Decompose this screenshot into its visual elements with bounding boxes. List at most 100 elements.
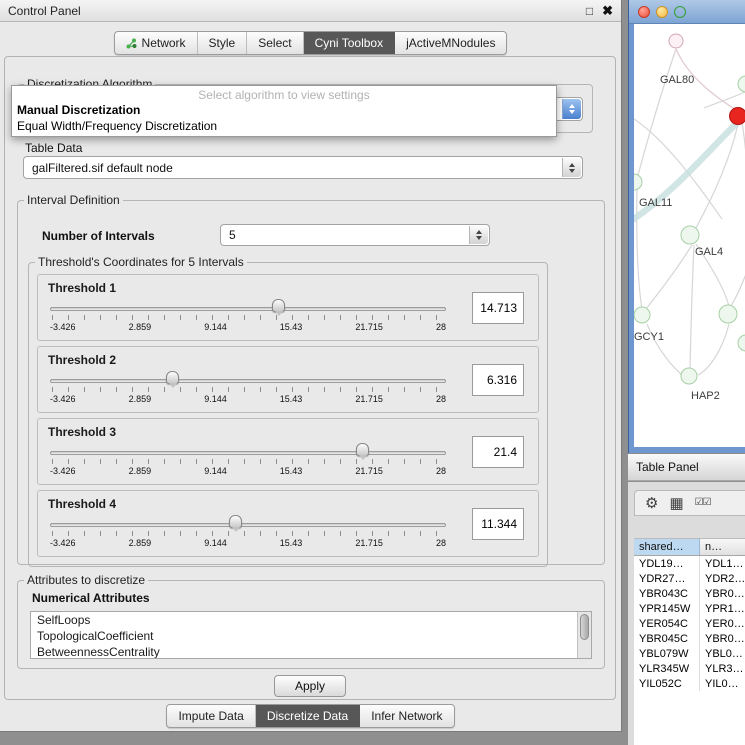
slider-track[interactable] [50,307,446,311]
network-node[interactable] [681,226,699,244]
apply-button[interactable]: Apply [274,675,346,697]
combo-stepper-icon[interactable] [562,99,581,119]
table-row[interactable]: YBR043CYBR0… [634,586,745,601]
list-item[interactable]: SelfLoops [31,612,591,628]
table-data-combobox[interactable]: galFiltered.sif default node [23,156,583,179]
table-row[interactable]: YBR045CYBR0… [634,631,745,646]
slider-thumb[interactable] [272,299,285,312]
cell-name[interactable]: YBR0… [700,631,745,646]
network-node[interactable] [634,307,650,323]
network-canvas[interactable]: GAL80 GAL11 GAL4 GCY1 HAP2 [634,24,745,447]
tab-select[interactable]: Select [247,32,303,54]
column-header-shared-name[interactable]: shared… [634,539,700,555]
table-row[interactable]: YBL079WYBL0… [634,646,745,661]
threshold-value-field[interactable] [472,508,524,540]
table-row[interactable]: YIL052CYIL0… [634,676,745,691]
scale-label: -3.426 [50,466,76,476]
slider-scale: -3.426 2.859 9.144 15.43 21.715 28 [50,322,446,332]
zoom-traffic-light-icon[interactable] [674,6,686,18]
scale-label: 9.144 [204,394,227,404]
numerical-attributes-list[interactable]: SelfLoops TopologicalCoefficient Between… [30,611,592,659]
tab-cyni-toolbox[interactable]: Cyni Toolbox [304,32,395,54]
network-node[interactable] [669,34,683,48]
table-row[interactable]: YDL19…YDL1… [634,556,745,571]
tab-impute-data[interactable]: Impute Data [167,705,255,727]
thresholds-group: Threshold's Coordinates for 5 Intervals … [28,255,548,567]
cell-name[interactable]: YDR2… [700,571,745,586]
scale-label: 28 [436,394,446,404]
scale-label: 15.43 [280,538,303,548]
bottom-tab-bar: Impute Data Discretize Data Infer Networ… [0,704,621,728]
cell-name[interactable]: YDL1… [700,556,745,571]
cell-name[interactable]: YIL0… [700,676,745,691]
tab-jactivemnodules[interactable]: jActiveMNodules [395,32,506,54]
table-row[interactable]: YDR27…YDR2… [634,571,745,586]
cell-name[interactable]: YBL0… [700,646,745,661]
scale-label: 21.715 [355,538,383,548]
network-node-selected[interactable] [730,108,745,125]
cell-shared-name[interactable]: YDR27… [634,571,700,586]
dropdown-option-manual-discretization[interactable]: Manual Discretization [12,102,556,118]
threshold-slider[interactable]: -3.426 2.859 9.144 15.43 21.715 28 [50,300,446,336]
node-label-gal4: GAL4 [695,246,723,258]
cell-shared-name[interactable]: YBL079W [634,646,700,661]
float-window-icon[interactable]: □ [586,5,593,17]
tab-network[interactable]: Network [115,32,198,54]
select-columns-icon[interactable]: ☑☑ [695,498,711,508]
threshold-value-field[interactable] [472,292,524,324]
number-of-intervals-combobox[interactable]: 5 [220,224,490,246]
tab-style[interactable]: Style [198,32,248,54]
numerical-attributes-label: Numerical Attributes [32,591,150,605]
gear-icon[interactable]: ⚙ [645,496,658,511]
list-item[interactable]: TopologicalCoefficient [31,628,591,644]
slider-thumb[interactable] [356,443,369,456]
cell-name[interactable]: YPR1… [700,601,745,616]
cell-name[interactable]: YBR0… [700,586,745,601]
columns-icon[interactable]: ▦ [669,496,683,511]
threshold-panel: Threshold 3 -3.426 2.859 9.144 15.43 21.… [37,418,539,485]
network-node[interactable] [738,335,745,351]
combo-stepper-icon[interactable] [469,226,488,244]
scrollbar-thumb[interactable] [580,614,589,640]
cell-name[interactable]: YLR3… [700,661,745,676]
threshold-slider[interactable]: -3.426 2.859 9.144 15.43 21.715 28 [50,516,446,552]
cell-name[interactable]: YER0… [700,616,745,631]
table-row[interactable]: YLR345WYLR3… [634,661,745,676]
close-traffic-light-icon[interactable] [638,6,650,18]
cell-shared-name[interactable]: YER054C [634,616,700,631]
slider-track[interactable] [50,379,446,383]
threshold-value-field[interactable] [472,364,524,396]
table-column-headers: shared… n… [634,538,745,556]
slider-track[interactable] [50,523,446,527]
slider-track[interactable] [50,451,446,455]
table-row[interactable]: YER054CYER0… [634,616,745,631]
network-node[interactable] [738,76,745,92]
thresholds-group-title: Threshold's Coordinates for 5 Intervals [35,255,247,269]
cell-shared-name[interactable]: YBR045C [634,631,700,646]
threshold-panel: Threshold 4 -3.426 2.859 9.144 15.43 21.… [37,490,539,557]
slider-thumb[interactable] [229,515,242,528]
threshold-value-field[interactable] [472,436,524,468]
table-panel-title: Table Panel [636,460,699,474]
threshold-slider[interactable]: -3.426 2.859 9.144 15.43 21.715 28 [50,444,446,480]
slider-thumb[interactable] [166,371,179,384]
cell-shared-name[interactable]: YBR043C [634,586,700,601]
network-node[interactable] [634,174,642,190]
list-scrollbar[interactable] [577,612,591,658]
tab-discretize-data[interactable]: Discretize Data [256,705,360,727]
minimize-traffic-light-icon[interactable] [656,6,668,18]
dropdown-option-equal-width[interactable]: Equal Width/Frequency Discretization [12,118,556,134]
table-row[interactable]: YPR145WYPR1… [634,601,745,616]
network-node[interactable] [719,305,737,323]
network-node[interactable] [681,368,697,384]
list-item[interactable]: BetweennessCentrality [31,644,591,659]
cell-shared-name[interactable]: YLR345W [634,661,700,676]
combo-stepper-icon[interactable] [562,158,581,177]
cell-shared-name[interactable]: YDL19… [634,556,700,571]
threshold-slider[interactable]: -3.426 2.859 9.144 15.43 21.715 28 [50,372,446,408]
column-header-name[interactable]: n… [700,539,745,555]
cell-shared-name[interactable]: YPR145W [634,601,700,616]
cell-shared-name[interactable]: YIL052C [634,676,700,691]
close-window-icon[interactable]: ✖ [602,4,613,17]
tab-infer-network[interactable]: Infer Network [360,705,453,727]
